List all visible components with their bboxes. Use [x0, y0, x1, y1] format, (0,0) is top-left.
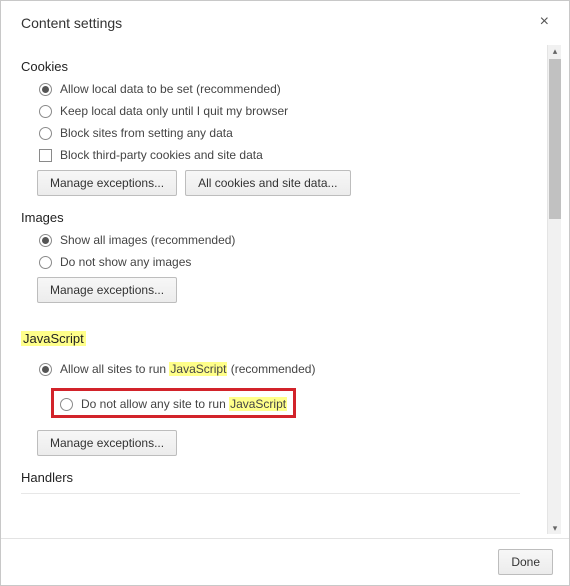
cookies-option-session[interactable]: Keep local data only until I quit my bro…	[39, 104, 541, 118]
close-icon[interactable]: ×	[534, 11, 555, 33]
dialog-footer: Done	[1, 538, 569, 585]
cookies-block-thirdparty[interactable]: Block third-party cookies and site data	[39, 148, 541, 162]
manage-exceptions-button[interactable]: Manage exceptions...	[37, 277, 177, 303]
scroll-up-icon[interactable]: ▴	[548, 44, 562, 58]
text: Allow all sites to run	[60, 362, 169, 376]
checkbox-icon	[39, 149, 52, 162]
divider	[21, 493, 520, 494]
radio-icon	[60, 398, 73, 411]
images-options: Show all images (recommended) Do not sho…	[21, 233, 541, 269]
javascript-buttons: Manage exceptions...	[37, 430, 541, 456]
option-label: Do not show any images	[60, 255, 191, 269]
radio-icon	[39, 234, 52, 247]
option-label: Allow local data to be set (recommended)	[60, 82, 281, 96]
cookies-buttons: Manage exceptions... All cookies and sit…	[37, 170, 541, 196]
images-option-hide[interactable]: Do not show any images	[39, 255, 541, 269]
text: (recommended)	[227, 362, 315, 376]
annotation-red-box: Do not allow any site to run JavaScript	[51, 388, 296, 418]
javascript-options: Allow all sites to run JavaScript (recom…	[21, 362, 541, 424]
dialog-header: Content settings ×	[1, 1, 569, 41]
text: Do not allow any site to run	[81, 397, 229, 411]
highlight: JavaScript	[229, 397, 287, 411]
javascript-option-allow[interactable]: Allow all sites to run JavaScript (recom…	[39, 362, 541, 376]
done-button[interactable]: Done	[498, 549, 553, 575]
radio-icon	[39, 83, 52, 96]
radio-icon	[39, 127, 52, 140]
scroll-viewport: Cookies Allow local data to be set (reco…	[21, 45, 541, 534]
cookies-options: Allow local data to be set (recommended)…	[21, 82, 541, 162]
section-title-javascript: JavaScript	[21, 331, 86, 346]
option-label: Do not allow any site to run JavaScript	[81, 397, 287, 411]
option-label: Allow all sites to run JavaScript (recom…	[60, 362, 315, 376]
cookies-option-allow[interactable]: Allow local data to be set (recommended)	[39, 82, 541, 96]
scroll-down-icon[interactable]: ▾	[548, 521, 562, 535]
all-cookies-data-button[interactable]: All cookies and site data...	[185, 170, 350, 196]
manage-exceptions-button[interactable]: Manage exceptions...	[37, 170, 177, 196]
section-title-images: Images	[21, 210, 541, 225]
dialog-title: Content settings	[21, 15, 122, 31]
images-option-show[interactable]: Show all images (recommended)	[39, 233, 541, 247]
images-buttons: Manage exceptions...	[37, 277, 541, 303]
option-label: Show all images (recommended)	[60, 233, 235, 247]
highlight: JavaScript	[169, 362, 227, 376]
radio-icon	[39, 256, 52, 269]
section-title-handlers: Handlers	[21, 470, 541, 485]
cookies-option-block[interactable]: Block sites from setting any data	[39, 126, 541, 140]
option-label: Block sites from setting any data	[60, 126, 233, 140]
javascript-option-block[interactable]: Do not allow any site to run JavaScript	[60, 397, 287, 411]
option-label: Block third-party cookies and site data	[60, 148, 263, 162]
content-area: Cookies Allow local data to be set (reco…	[1, 41, 569, 538]
scrollbar-thumb[interactable]	[549, 59, 561, 219]
option-label: Keep local data only until I quit my bro…	[60, 104, 288, 118]
manage-exceptions-button[interactable]: Manage exceptions...	[37, 430, 177, 456]
section-title-cookies: Cookies	[21, 59, 541, 74]
radio-icon	[39, 363, 52, 376]
radio-icon	[39, 105, 52, 118]
scrollbar[interactable]: ▴ ▾	[547, 45, 561, 534]
